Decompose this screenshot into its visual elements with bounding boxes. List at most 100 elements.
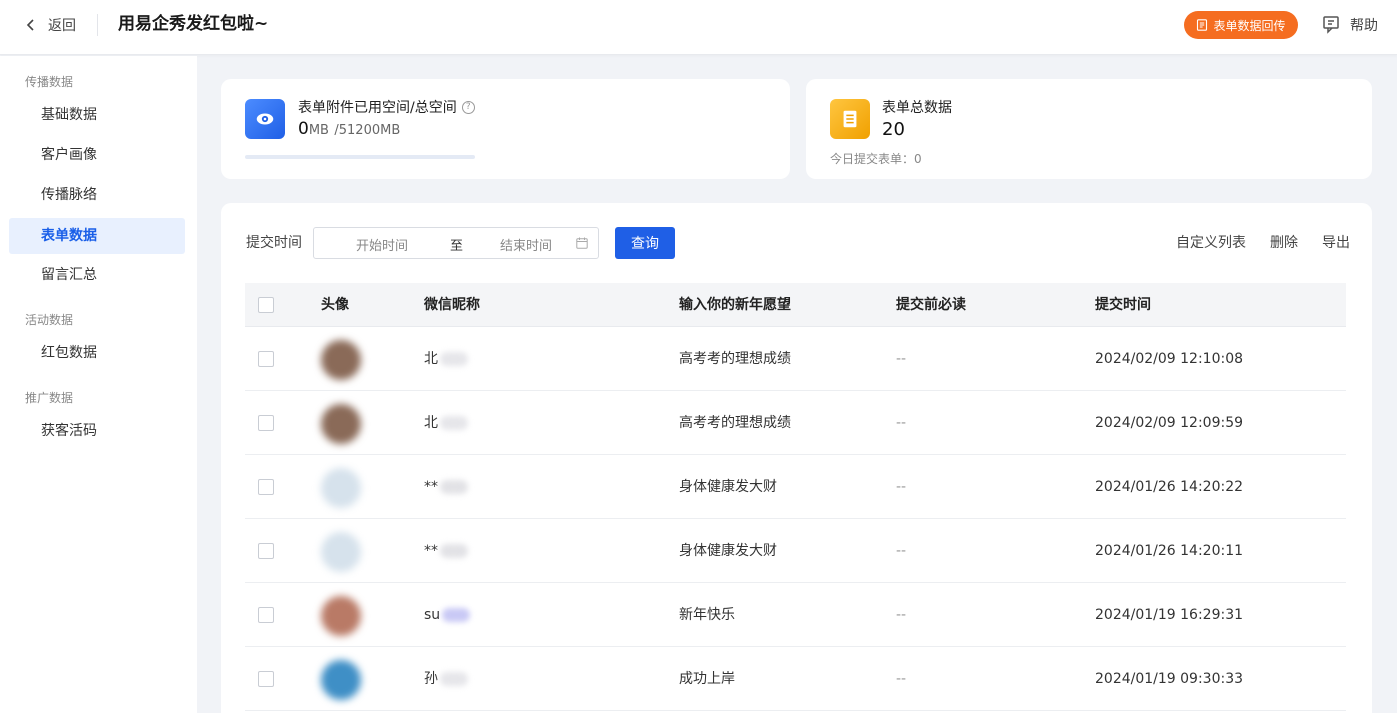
table-row[interactable]: 北 高考考的理想成绩 -- 2024/02/09 12:10:08	[245, 327, 1346, 391]
help-label: 帮助	[1350, 18, 1378, 34]
row-checkbox[interactable]	[258, 479, 274, 495]
nickname-cell: 北	[424, 413, 468, 433]
avatar	[321, 404, 361, 444]
sidebar-group-promotion: 推广数据	[25, 391, 74, 405]
nickname-text: 北	[424, 415, 438, 431]
query-button[interactable]: 查询	[615, 227, 675, 259]
column-header-nickname: 微信昵称	[424, 297, 480, 313]
sidebar-item-form-data[interactable]: 表单数据	[9, 218, 185, 254]
table-row[interactable]: 北 高考考的理想成绩 -- 2024/02/09 12:09:59	[245, 391, 1346, 455]
table-row[interactable]: su 新年快乐 -- 2024/01/19 16:29:31	[245, 583, 1346, 647]
avatar	[321, 340, 361, 380]
sidebar: 传播数据 基础数据 客户画像 传播脉络 表单数据 留言汇总 活动数据 红包数据 …	[0, 56, 197, 713]
export-button[interactable]: 导出	[1322, 233, 1350, 253]
storage-used-unit: MB	[308, 123, 329, 138]
header-divider	[97, 14, 98, 36]
sidebar-group-activity: 活动数据	[25, 313, 74, 327]
wish-cell: 身体健康发大财	[679, 479, 777, 495]
form-data-feedback-button[interactable]: 表单数据回传	[1184, 11, 1298, 39]
nickname-blur	[442, 608, 471, 622]
nickname-blur	[440, 480, 468, 494]
column-header-avatar: 头像	[321, 297, 349, 313]
submit-time-filter-label: 提交时间	[246, 235, 302, 251]
nickname-blur	[440, 544, 468, 558]
nickname-text: 孙	[424, 671, 438, 687]
storage-label-text: 表单附件已用空间/总空间	[298, 100, 457, 116]
date-range-picker[interactable]: 开始时间 至 结束时间	[313, 227, 599, 259]
customize-columns-button[interactable]: 自定义列表	[1176, 233, 1246, 253]
table-row[interactable]: ** 身体健康发大财 -- 2024/01/26 14:20:11	[245, 519, 1346, 583]
today-value: 0	[914, 152, 922, 166]
today-submissions: 今日提交表单：0	[830, 150, 922, 167]
total-forms-label: 表单总数据	[882, 100, 952, 116]
nickname-blur	[440, 672, 468, 686]
wish-cell: 成功上岸	[679, 671, 735, 687]
nickname-cell: 北	[424, 349, 468, 369]
start-date-input[interactable]: 开始时间	[356, 235, 408, 254]
storage-progress-bar	[245, 155, 475, 159]
avatar	[321, 596, 361, 636]
wish-cell: 新年快乐	[679, 607, 735, 623]
wish-cell: 高考考的理想成绩	[679, 415, 791, 431]
row-checkbox[interactable]	[258, 415, 274, 431]
total-forms-card: 表单总数据 20 今日提交表单：0	[806, 79, 1372, 179]
must-read-cell: --	[896, 543, 907, 559]
row-checkbox[interactable]	[258, 543, 274, 559]
avatar	[321, 468, 361, 508]
help-button[interactable]: 帮助	[1322, 13, 1378, 37]
submit-time-cell: 2024/01/26 14:20:22	[1095, 479, 1244, 495]
must-read-cell: --	[896, 479, 907, 495]
storage-used: 0	[298, 119, 309, 139]
back-button[interactable]: 返回	[24, 0, 76, 50]
nickname-blur	[440, 352, 468, 366]
table-row[interactable]: ** 身体健康发大财 -- 2024/01/26 14:20:22	[245, 455, 1346, 519]
question-icon[interactable]: ?	[461, 100, 475, 114]
today-label: 今日提交表单：	[830, 152, 915, 166]
feedback-button-label: 表单数据回传	[1213, 18, 1286, 33]
wish-cell: 高考考的理想成绩	[679, 351, 791, 367]
storage-label: 表单附件已用空间/总空间 ?	[298, 97, 475, 117]
sidebar-group-spread: 传播数据	[25, 75, 74, 89]
must-read-cell: --	[896, 671, 907, 687]
help-chat-icon	[1323, 16, 1339, 34]
submit-time-cell: 2024/01/26 14:20:11	[1095, 543, 1244, 559]
sidebar-item-comments[interactable]: 留言汇总	[9, 257, 185, 293]
document-icon	[1197, 19, 1208, 31]
row-checkbox[interactable]	[258, 607, 274, 623]
row-checkbox[interactable]	[258, 351, 274, 367]
storage-total: /51200MB	[334, 123, 401, 138]
nickname-blur	[440, 416, 468, 430]
nickname-text: 北	[424, 351, 438, 367]
submit-time-cell: 2024/01/19 09:30:33	[1095, 671, 1244, 687]
sidebar-item-redpacket-data[interactable]: 红包数据	[9, 335, 185, 371]
sidebar-item-live-qrcode[interactable]: 获客活码	[9, 413, 185, 449]
sidebar-item-basic-data[interactable]: 基础数据	[9, 97, 185, 133]
form-data-panel: 提交时间 开始时间 至 结束时间 查询 自定义列表 删除 导出 头像 微信昵称 …	[221, 203, 1372, 713]
submit-time-cell: 2024/02/09 12:09:59	[1095, 415, 1244, 431]
row-checkbox[interactable]	[258, 671, 274, 687]
column-header-submit-time: 提交时间	[1095, 297, 1151, 313]
delete-button[interactable]: 删除	[1270, 233, 1298, 253]
form-list-icon	[830, 99, 870, 139]
column-header-wish: 输入你的新年愿望	[679, 297, 791, 313]
sidebar-item-customer-profile[interactable]: 客户画像	[9, 137, 185, 173]
table-body: 北 高考考的理想成绩 -- 2024/02/09 12:10:08 北 高考考的…	[245, 327, 1346, 711]
table-row[interactable]: 孙 成功上岸 -- 2024/01/19 09:30:33	[245, 647, 1346, 711]
select-all-checkbox[interactable]	[258, 297, 274, 313]
storage-card: 表单附件已用空间/总空间 ? 0MB /51200MB	[221, 79, 790, 179]
nickname-cell: **	[424, 541, 468, 561]
form-data-table: 头像 微信昵称 输入你的新年愿望 提交前必读 提交时间 北 高考考的理想成绩 -…	[245, 283, 1346, 711]
must-read-cell: --	[896, 415, 907, 431]
calendar-icon	[576, 237, 588, 249]
nickname-cell: 孙	[424, 669, 468, 689]
date-separator: 至	[450, 239, 464, 254]
sidebar-item-spread-path[interactable]: 传播脉络	[9, 177, 185, 213]
must-read-cell: --	[896, 351, 907, 367]
submit-time-cell: 2024/02/09 12:10:08	[1095, 351, 1244, 367]
storage-value: 0MB /51200MB	[298, 119, 400, 139]
nickname-cell: su	[424, 605, 471, 625]
end-date-input[interactable]: 结束时间	[500, 235, 552, 254]
back-label: 返回	[48, 18, 76, 34]
must-read-cell: --	[896, 607, 907, 623]
nickname-text: su	[424, 607, 441, 623]
